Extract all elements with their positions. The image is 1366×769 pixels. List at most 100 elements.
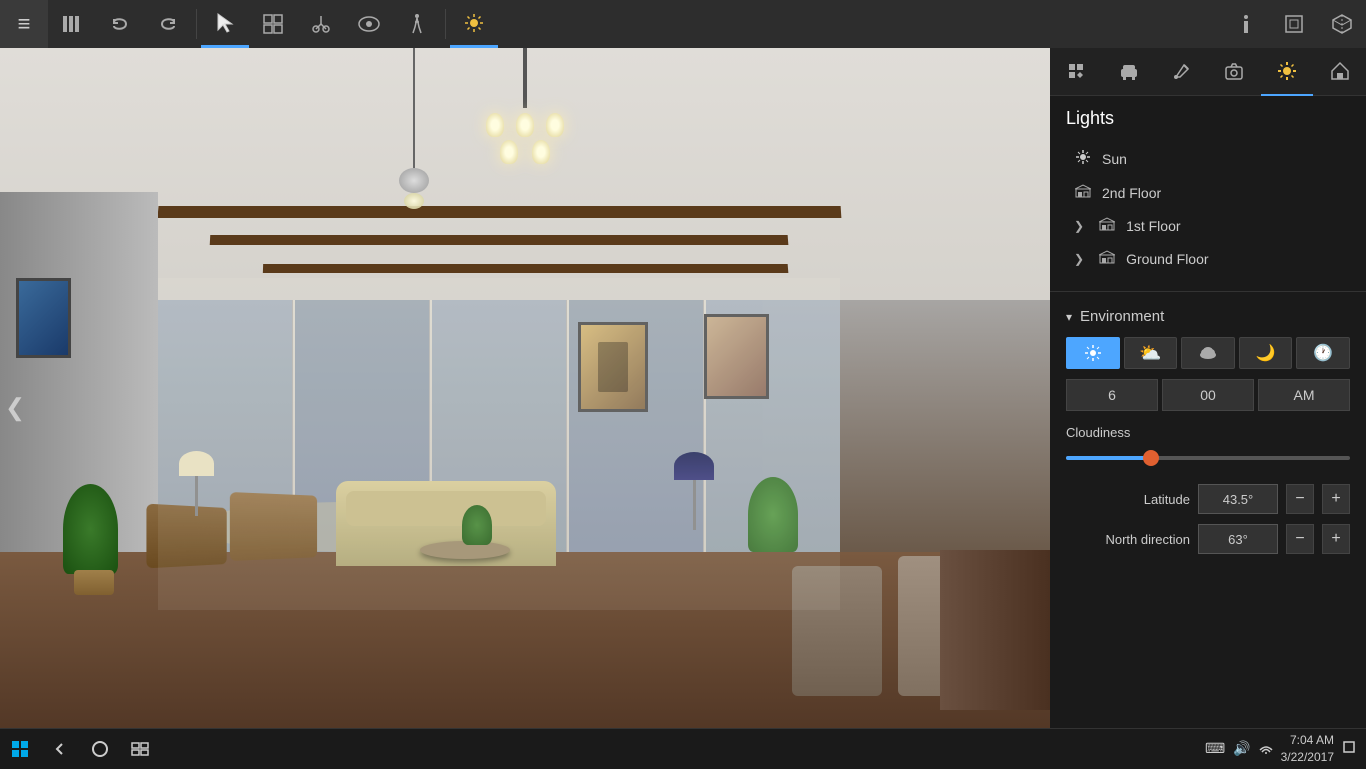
painting-2: [704, 314, 769, 399]
speaker-icon[interactable]: 🔊: [1233, 740, 1250, 757]
lights-section: Lights Sun: [1050, 96, 1366, 287]
env-time-inputs: 6 00 AM: [1066, 379, 1350, 411]
env-night-btn[interactable]: 🌙: [1239, 337, 1293, 369]
chandelier: [465, 48, 585, 164]
menu-button[interactable]: ≡: [0, 0, 48, 48]
light-item-sun[interactable]: Sun: [1066, 141, 1350, 176]
env-minute-input[interactable]: 00: [1162, 379, 1254, 411]
1st-floor-icon: [1098, 217, 1116, 234]
taskbar-sys-area: ⌨ 🔊 7:04 AM 3/22/2017: [1205, 732, 1366, 766]
painting-1: [578, 322, 648, 412]
env-partly-btn[interactable]: ⛅: [1124, 337, 1178, 369]
separator2: [445, 9, 446, 39]
env-clock-btn[interactable]: 🕐: [1296, 337, 1350, 369]
search-button[interactable]: [80, 729, 120, 769]
taskbar-date: 3/22/2017: [1281, 749, 1334, 766]
env-hour-input[interactable]: 6: [1066, 379, 1158, 411]
start-button[interactable]: [0, 729, 40, 769]
top-toolbar: ≡: [0, 0, 1366, 48]
env-cloudy-btn[interactable]: [1181, 337, 1235, 369]
lights-env-divider: [1050, 291, 1366, 292]
floor-lamp-left: [179, 451, 214, 516]
pendant-light: [399, 48, 429, 209]
keyboard-icon[interactable]: ⌨: [1205, 740, 1225, 757]
sun-light-icon: [1074, 149, 1092, 168]
environment-header[interactable]: ▾ Environment: [1066, 308, 1350, 325]
floor-lamp-right: [674, 452, 714, 530]
cloudiness-fill: [1066, 456, 1151, 460]
right-panel: Lights Sun: [1050, 48, 1366, 768]
chandelier-bulb-1: [486, 113, 504, 137]
walk-button[interactable]: [393, 0, 441, 48]
notification-icon[interactable]: [1342, 740, 1356, 757]
table-plant: [462, 505, 492, 545]
viewport[interactable]: ❮: [0, 48, 1050, 768]
2nd-floor-icon: [1074, 184, 1092, 201]
north-direction-label: North direction: [1066, 532, 1190, 547]
rp-tab-home[interactable]: [1313, 48, 1366, 96]
env-period-input[interactable]: AM: [1258, 379, 1350, 411]
2nd-floor-label: 2nd Floor: [1102, 185, 1161, 201]
latitude-minus-btn[interactable]: −: [1286, 484, 1314, 514]
select-button[interactable]: [201, 0, 249, 48]
ground-floor-expand-icon: ❯: [1074, 252, 1084, 266]
lights-title: Lights: [1066, 108, 1350, 129]
sun-light-label: Sun: [1102, 151, 1127, 167]
floor-plant-right: [748, 477, 798, 552]
sun-button[interactable]: [450, 0, 498, 48]
network-icon[interactable]: [1259, 741, 1273, 757]
3d-button[interactable]: [1318, 0, 1366, 48]
floor-plant-left: [63, 484, 118, 574]
nav-arrow-left[interactable]: ❮: [5, 394, 25, 423]
3d-scene: ❮: [0, 48, 1050, 768]
dining-chair-2: [792, 566, 882, 696]
cut-button[interactable]: [297, 0, 345, 48]
north-direction-plus-btn[interactable]: +: [1322, 524, 1350, 554]
rp-tab-lights[interactable]: [1261, 48, 1314, 96]
frame-button[interactable]: [1270, 0, 1318, 48]
env-chevron-icon: ▾: [1066, 310, 1072, 324]
separator1: [196, 9, 197, 39]
chandelier-bulb-5: [532, 140, 550, 164]
1st-floor-expand-icon: ❯: [1074, 219, 1084, 233]
rp-tab-camera[interactable]: [1208, 48, 1261, 96]
ceiling-beam-2: [210, 235, 788, 245]
chandelier-bulb-4: [500, 140, 518, 164]
ceiling-beam-1: [157, 206, 840, 218]
task-view-button[interactable]: [120, 729, 160, 769]
latitude-input[interactable]: [1198, 484, 1278, 514]
cloudiness-label: Cloudiness: [1066, 425, 1350, 440]
rp-tab-furniture[interactable]: [1103, 48, 1156, 96]
info-button[interactable]: [1222, 0, 1270, 48]
taskbar: ⌨ 🔊 7:04 AM 3/22/2017: [0, 728, 1366, 768]
north-direction-row: North direction − +: [1066, 524, 1350, 554]
north-direction-input[interactable]: [1198, 524, 1278, 554]
objects-button[interactable]: [249, 0, 297, 48]
undo-button[interactable]: [96, 0, 144, 48]
light-item-1st-floor[interactable]: ❯ 1st Floor: [1066, 209, 1350, 242]
rp-tab-paint[interactable]: [1155, 48, 1208, 96]
back-button[interactable]: [40, 729, 80, 769]
cloudiness-slider[interactable]: [1066, 448, 1350, 468]
taskbar-time: 7:04 AM: [1281, 732, 1334, 749]
taskbar-time-display[interactable]: 7:04 AM 3/22/2017: [1281, 732, 1334, 766]
chandelier-rod: [523, 48, 527, 108]
redo-button[interactable]: [144, 0, 192, 48]
env-clear-btn[interactable]: [1066, 337, 1120, 369]
latitude-label: Latitude: [1066, 492, 1190, 507]
environment-title: Environment: [1080, 308, 1164, 325]
light-item-2nd-floor[interactable]: 2nd Floor: [1066, 176, 1350, 209]
plant-basket: [74, 570, 114, 595]
latitude-row: Latitude − +: [1066, 484, 1350, 514]
rp-tab-build[interactable]: [1050, 48, 1103, 96]
library-button[interactable]: [48, 0, 96, 48]
light-item-ground-floor[interactable]: ❯ Ground Floor: [1066, 242, 1350, 275]
ground-floor-icon: [1098, 250, 1116, 267]
dining-table: [940, 550, 1050, 710]
view-button[interactable]: [345, 0, 393, 48]
right-panel-tabs: [1050, 48, 1366, 96]
cloudiness-thumb[interactable]: [1143, 450, 1159, 466]
chandelier-bulb-2: [516, 113, 534, 137]
north-direction-minus-btn[interactable]: −: [1286, 524, 1314, 554]
latitude-plus-btn[interactable]: +: [1322, 484, 1350, 514]
